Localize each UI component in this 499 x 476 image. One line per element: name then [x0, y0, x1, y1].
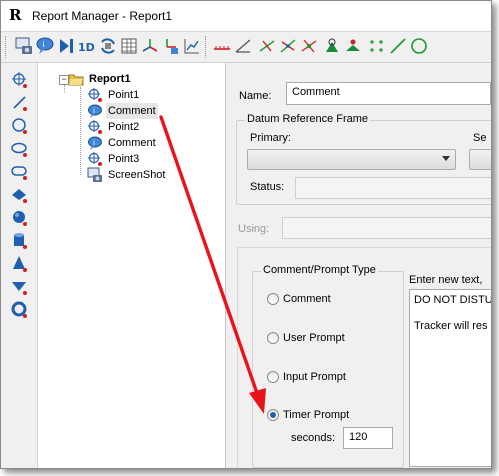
primary-select[interactable]: [247, 149, 456, 170]
app-logo: R: [9, 6, 22, 24]
circle-icon[interactable]: [409, 36, 429, 56]
comment-icon[interactable]: i: [35, 36, 55, 56]
cone-tool-icon[interactable]: [11, 255, 29, 273]
toolbar-grip[interactable]: [5, 36, 9, 58]
tree-connector: [80, 87, 81, 175]
datum-reference-title: Datum Reference Frame: [245, 113, 371, 125]
paraboloid-tool-icon[interactable]: [11, 278, 29, 296]
point-icon[interactable]: [322, 36, 342, 56]
title-bar: R Report Manager - Report1: [1, 1, 491, 32]
toolbar-grip[interactable]: [205, 36, 209, 58]
refresh-icon[interactable]: [98, 36, 118, 56]
seconds-label: seconds:: [291, 432, 336, 444]
tree-item-label: Comment: [106, 103, 158, 119]
svg-text:i: i: [93, 139, 95, 147]
one-d-icon[interactable]: 1D: [77, 36, 97, 56]
input-prompt-radio[interactable]: [267, 371, 279, 383]
table-icon[interactable]: [119, 36, 139, 56]
text-line: DO NOT DISTU: [414, 294, 492, 306]
measure-icon[interactable]: [212, 36, 232, 56]
point-icon: [87, 119, 103, 135]
sphere-tool-icon[interactable]: [11, 209, 29, 227]
one-d-label: 1D: [78, 41, 95, 54]
tree-connector: [64, 85, 65, 93]
tree-item-label: ScreenShot: [108, 169, 166, 181]
secondary-label: Se: [473, 132, 487, 144]
using-label: Using:: [238, 223, 270, 235]
left-toolbar: [1, 63, 38, 468]
tree-root-label: Report1: [89, 73, 131, 85]
comment-icon: i: [87, 135, 103, 151]
axis-icon[interactable]: [140, 36, 160, 56]
secondary-select[interactable]: [469, 149, 491, 170]
circle-tool-icon[interactable]: [11, 117, 29, 135]
angle-point-icon[interactable]: [299, 36, 319, 56]
comment-icon: i: [87, 103, 103, 119]
line-tool-icon[interactable]: [11, 94, 29, 112]
report-manager-window: R Report Manager - Report1 i 1D − Report…: [0, 0, 492, 469]
torus-tool-icon[interactable]: [11, 301, 29, 319]
name-label: Name:: [239, 90, 272, 102]
folder-icon: [68, 71, 84, 87]
camera-icon: [87, 167, 103, 183]
surface-icon[interactable]: [343, 36, 363, 56]
angle-icon[interactable]: [233, 36, 253, 56]
grid-points-icon[interactable]: [367, 36, 387, 56]
point-tool-icon[interactable]: [11, 71, 29, 89]
plane-tool-icon[interactable]: [11, 186, 29, 204]
svg-text:i: i: [43, 40, 45, 49]
user-prompt-option-label[interactable]: User Prompt: [283, 332, 345, 344]
play-icon[interactable]: [56, 36, 76, 56]
enter-text-label: Enter new text,: [409, 274, 483, 286]
window-title: Report Manager - Report1: [32, 9, 173, 23]
comment-text-area[interactable]: DO NOT DISTU Tracker will res: [409, 289, 492, 467]
camera-icon[interactable]: [14, 36, 34, 56]
using-field: [282, 217, 491, 239]
point-icon: [87, 151, 103, 167]
status-label: Status:: [250, 181, 285, 193]
timer-prompt-radio[interactable]: [267, 409, 279, 421]
user-prompt-radio[interactable]: [267, 332, 279, 344]
seconds-field[interactable]: 120: [343, 427, 393, 449]
intersect-icon[interactable]: [278, 36, 298, 56]
svg-text:i: i: [93, 107, 95, 115]
text-line: Tracker will res: [414, 320, 488, 332]
status-field: [295, 177, 491, 199]
comment-option-label[interactable]: Comment: [283, 293, 331, 305]
tree-item-label: Point2: [108, 121, 140, 133]
cross-icon[interactable]: [257, 36, 277, 56]
input-prompt-option-label[interactable]: Input Prompt: [283, 371, 346, 383]
point-icon: [87, 87, 103, 103]
ellipse-tool-icon[interactable]: [11, 140, 29, 158]
line-icon[interactable]: [388, 36, 408, 56]
tree-item-label: Point3: [108, 153, 140, 165]
comment-prompt-type-title: Comment/Prompt Type: [261, 264, 378, 276]
primary-label: Primary:: [250, 132, 291, 144]
toolbar: i 1D: [1, 32, 491, 63]
chart-icon[interactable]: [182, 36, 202, 56]
comment-radio[interactable]: [267, 293, 279, 305]
tree-item-label: Point1: [108, 89, 140, 101]
move-icon[interactable]: [161, 36, 181, 56]
cylinder-tool-icon[interactable]: [11, 232, 29, 250]
chevron-down-icon: [442, 156, 450, 161]
tree-item-label: Comment: [108, 137, 156, 149]
name-field[interactable]: Comment: [286, 82, 491, 105]
timer-prompt-option-label[interactable]: Timer Prompt: [283, 409, 349, 421]
slot-tool-icon[interactable]: [11, 163, 29, 181]
